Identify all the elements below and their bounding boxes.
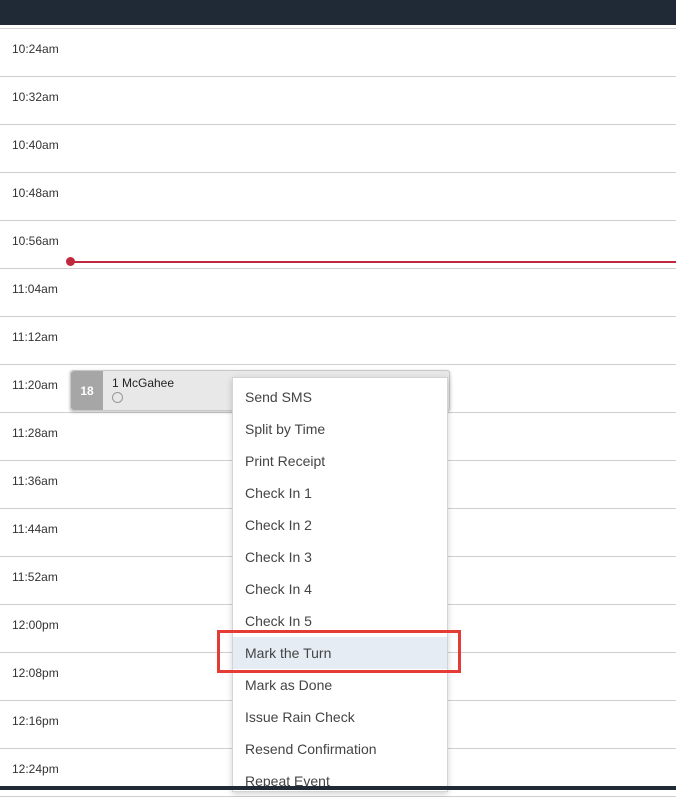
time-label: 10:56am [12,234,59,248]
menu-item-resend-confirmation[interactable]: Resend Confirmation [233,733,447,765]
current-time-line [70,261,676,263]
menu-item-check-in-2[interactable]: Check In 2 [233,509,447,541]
time-label: 12:24pm [12,762,59,776]
time-label: 12:16pm [12,714,59,728]
time-label: 10:32am [12,90,59,104]
time-label: 12:08pm [12,666,59,680]
context-menu: Send SMS Split by Time Print Receipt Che… [232,377,448,792]
current-time-marker [66,257,75,266]
time-label: 11:12am [12,330,58,344]
top-bar [0,0,676,25]
time-slot-row[interactable]: 11:04am [0,269,676,317]
time-label: 11:36am [12,474,58,488]
menu-item-check-in-4[interactable]: Check In 4 [233,573,447,605]
time-slot-row[interactable]: 10:32am [0,77,676,125]
note-icon [112,392,123,403]
time-label: 10:24am [12,42,59,56]
menu-item-check-in-3[interactable]: Check In 3 [233,541,447,573]
time-label: 12:00pm [12,618,59,632]
time-label: 11:20am [12,378,58,392]
menu-item-mark-as-done[interactable]: Mark as Done [233,669,447,701]
time-slot-row[interactable]: 11:12am [0,317,676,365]
time-label: 11:28am [12,426,58,440]
menu-item-split-by-time[interactable]: Split by Time [233,413,447,445]
time-slot-row[interactable]: 10:40am [0,125,676,173]
time-slot-row[interactable]: 10:24am [0,29,676,77]
appointment-number: 18 [71,371,103,410]
menu-item-send-sms[interactable]: Send SMS [233,381,447,413]
time-label: 11:04am [12,282,58,296]
time-slot-row[interactable]: 10:48am [0,173,676,221]
menu-item-issue-rain-check[interactable]: Issue Rain Check [233,701,447,733]
time-label: 11:44am [12,522,58,536]
time-label: 10:48am [12,186,59,200]
bottom-bar [0,786,676,790]
time-label: 10:40am [12,138,59,152]
appointment-title: 1 McGahee [112,376,175,390]
menu-item-check-in-1[interactable]: Check In 1 [233,477,447,509]
time-label: 11:52am [12,570,58,584]
annotation-highlight-box [217,630,461,673]
menu-item-print-receipt[interactable]: Print Receipt [233,445,447,477]
